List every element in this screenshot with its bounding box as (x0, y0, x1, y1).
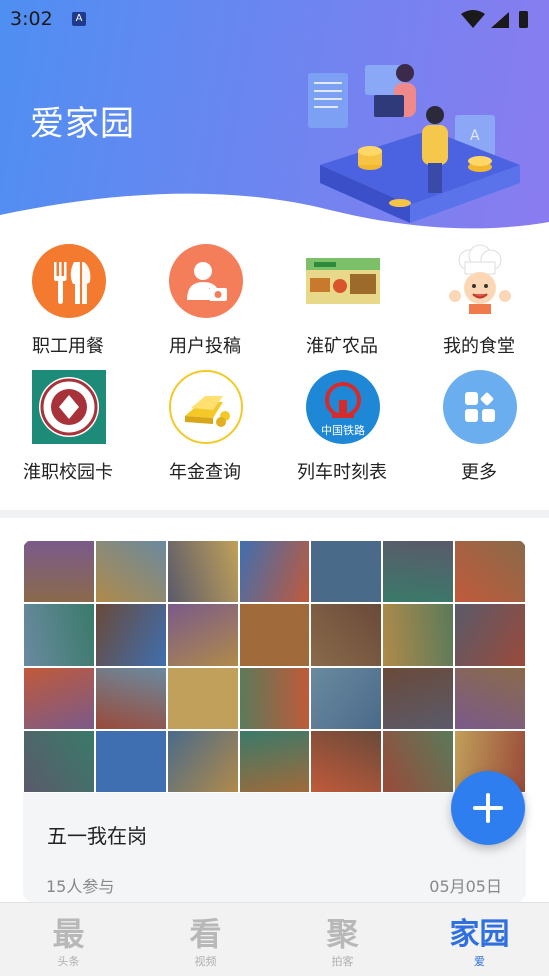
collage-photo-tile (94, 729, 167, 793)
shortcut-label: 更多 (461, 462, 497, 483)
collage-photo-tile (23, 603, 95, 667)
status-time: 3:02 (10, 8, 53, 30)
fork-knife-icon (32, 244, 106, 318)
collage-photo-tile (310, 540, 383, 604)
shortcut-label: 用户投稿 (169, 336, 241, 357)
nav-sub-label: 拍客 (331, 955, 354, 968)
collage-photo-tile (238, 666, 311, 730)
farm-products-icon (306, 244, 380, 318)
activity-title: 五一我在岗 (47, 824, 147, 848)
collage-photo-tile (166, 603, 239, 667)
shortcut-train-timetable[interactable]: 中国铁路 列车时刻表 (287, 368, 397, 488)
nav-sub-label: 视频 (194, 955, 217, 968)
nav-tab-home[interactable]: 家园 爱 (411, 903, 548, 976)
shortcut-campus-card[interactable]: 淮职校园卡 (13, 368, 123, 488)
section-divider (0, 510, 549, 518)
shortcut-farm-products[interactable]: 淮矿农品 (287, 242, 397, 362)
bottom-nav: 最 头条 看 视频 聚 拍客 家园 爱 (0, 902, 549, 976)
collage-photo-tile (310, 729, 383, 793)
collage-photo-tile (94, 603, 167, 667)
collage-photo-tile (382, 603, 455, 667)
collage-photo-tile (454, 666, 526, 730)
activity-card[interactable]: 五一我在岗 15人参与 05月05日 (23, 540, 526, 902)
page-title: 爱家园 (30, 104, 135, 144)
collage-photo-tile (166, 666, 239, 730)
svg-text:A: A (470, 128, 480, 144)
shortcut-label: 淮职校园卡 (23, 462, 113, 483)
china-railway-icon: 中国铁路 (306, 370, 380, 444)
user-camera-icon (169, 244, 243, 318)
shortcut-label: 我的食堂 (443, 336, 515, 357)
shortcut-label: 淮矿农品 (306, 336, 378, 357)
participant-count: 15人参与 (46, 877, 115, 896)
shortcut-staff-meal[interactable]: 职工用餐 (13, 242, 123, 362)
collage-photo-tile (454, 540, 526, 604)
china-railway-label: 中国铁路 (321, 424, 365, 437)
collage-photo-tile (238, 540, 311, 604)
status-icons (461, 10, 528, 28)
activity-photo-collage (23, 540, 526, 793)
collage-photo-tile (23, 729, 95, 793)
shortcut-annuity-query[interactable]: 年金查询 (150, 368, 260, 488)
chef-icon (443, 244, 517, 318)
nav-glyph: 聚 (326, 915, 359, 953)
add-post-button[interactable] (451, 771, 525, 845)
shortcut-user-submission[interactable]: 用户投稿 (150, 242, 260, 362)
nav-glyph: 最 (52, 915, 85, 953)
collage-photo-tile (382, 729, 455, 793)
collage-photo-tile (310, 666, 383, 730)
collage-photo-tile (23, 666, 95, 730)
shortcut-label: 年金查询 (169, 462, 241, 483)
collage-photo-tile (382, 540, 455, 604)
collage-photo-tile (94, 666, 167, 730)
signal-icon (491, 12, 509, 28)
collage-photo-tile (310, 603, 383, 667)
campus-card-icon (32, 370, 106, 444)
collage-photo-tile (382, 666, 455, 730)
shortcut-more[interactable]: 更多 (424, 368, 534, 488)
collage-photo-tile (454, 603, 526, 667)
collage-photo-tile (166, 729, 239, 793)
shortcut-grid: 职工用餐 用户投稿 淮矿农品 我的食堂 淮职校园卡 年金查询 中国铁路 列车时刻… (0, 240, 549, 500)
nav-tab-video[interactable]: 看 视频 (137, 903, 274, 976)
notification-badge-icon: A (72, 12, 86, 26)
nav-glyph: 看 (189, 915, 222, 953)
shortcut-my-canteen[interactable]: 我的食堂 (424, 242, 534, 362)
grid-more-icon (443, 370, 517, 444)
battery-icon (519, 11, 528, 28)
activity-date: 05月05日 (429, 877, 502, 896)
nav-sub-label: 头条 (57, 955, 80, 968)
nav-tab-photographer[interactable]: 聚 拍客 (274, 903, 411, 976)
shortcut-label: 职工用餐 (32, 336, 104, 357)
header-banner: 3:02 A 爱家园 A (0, 0, 549, 232)
collage-photo-tile (238, 729, 311, 793)
wifi-icon (461, 10, 485, 28)
header-illustration-icon: A (308, 64, 520, 223)
gold-bars-icon (169, 370, 243, 444)
collage-photo-tile (238, 603, 311, 667)
collage-photo-tile (94, 540, 167, 604)
nav-sub-label: 爱 (474, 955, 485, 968)
status-bar: 3:02 A (0, 0, 549, 38)
shortcut-label: 列车时刻表 (297, 462, 387, 483)
nav-glyph: 家园 (449, 917, 510, 952)
nav-tab-headlines[interactable]: 最 头条 (0, 903, 137, 976)
collage-photo-tile (166, 540, 239, 604)
collage-photo-tile (23, 540, 95, 604)
